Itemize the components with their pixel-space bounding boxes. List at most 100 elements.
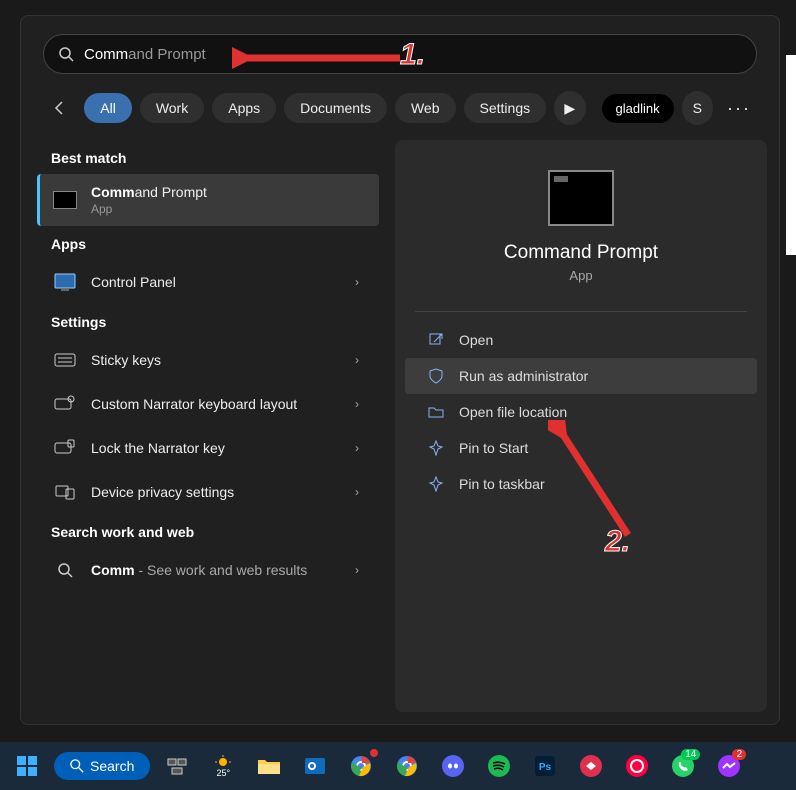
keyboard-gear-icon [51, 392, 79, 416]
result-title: Lock the Narrator key [91, 440, 343, 456]
taskbar-app-circle[interactable] [618, 747, 656, 785]
filter-settings[interactable]: Settings [464, 93, 547, 123]
action-label: Open [459, 332, 493, 348]
action-open[interactable]: Open [405, 322, 757, 358]
action-label: Pin to Start [459, 440, 528, 456]
taskbar-search-label: Search [90, 758, 134, 774]
play-icon: ▶ [564, 100, 575, 117]
chevron-right-icon: › [355, 441, 365, 455]
result-sticky-keys[interactable]: Sticky keys › [37, 338, 379, 382]
search-icon [51, 558, 79, 582]
taskbar-weather[interactable]: 25° [204, 747, 242, 785]
arrow-left-icon [51, 99, 69, 117]
action-run-as-admin[interactable]: Run as administrator [405, 358, 757, 394]
taskbar-chrome-a[interactable] [342, 747, 380, 785]
divider [415, 311, 747, 312]
discord-icon [441, 754, 465, 778]
taskbar-discord[interactable] [434, 747, 472, 785]
taskbar-outlook[interactable] [296, 747, 334, 785]
cmd-icon [51, 188, 79, 212]
result-title: Control Panel [91, 274, 343, 290]
taskbar-messenger[interactable]: 2 [710, 747, 748, 785]
result-title: Sticky keys [91, 352, 343, 368]
taskbar-whatsapp[interactable]: 14 [664, 747, 702, 785]
results-column: Best match Command Prompt App Apps Contr… [33, 140, 383, 712]
chevron-right-icon: › [355, 275, 365, 289]
filter-more-play[interactable]: ▶ [554, 91, 585, 125]
sun-icon [214, 754, 232, 768]
result-title: Device privacy settings [91, 484, 343, 500]
result-device-privacy[interactable]: Device privacy settings › [37, 470, 379, 514]
preview-app-icon [548, 170, 614, 226]
filter-documents[interactable]: Documents [284, 93, 387, 123]
taskbar-app-red[interactable] [572, 747, 610, 785]
notification-badge: 14 [681, 749, 700, 760]
chevron-right-icon: › [355, 485, 365, 499]
chevron-right-icon: › [355, 353, 365, 367]
filter-all[interactable]: All [84, 93, 132, 123]
search-text: Command Prompt [84, 46, 206, 63]
background-edge [786, 55, 796, 255]
taskbar-chrome-b[interactable] [388, 747, 426, 785]
web-header: Search work and web [33, 514, 383, 548]
result-narrator-layout[interactable]: Custom Narrator keyboard layout › [37, 382, 379, 426]
shield-icon [427, 367, 445, 385]
best-match-header: Best match [33, 140, 383, 174]
temp-label: 25° [217, 768, 231, 778]
filter-row: All Work Apps Documents Web Settings ▶ g… [43, 90, 757, 126]
spotify-icon [487, 754, 511, 778]
taskbar-task-view[interactable] [158, 747, 196, 785]
account-pill[interactable]: gladlink [602, 94, 674, 123]
start-search-panel: Command Prompt All Work Apps Documents W… [20, 15, 780, 725]
filter-apps[interactable]: Apps [212, 93, 276, 123]
start-button[interactable] [8, 747, 46, 785]
result-title: Custom Narrator keyboard layout [91, 396, 343, 412]
task-view-icon [166, 755, 188, 777]
preview-column: Command Prompt App Open Run as administr… [395, 140, 767, 712]
taskbar-search[interactable]: Search [54, 752, 150, 780]
keyboard-icon [51, 348, 79, 372]
back-button[interactable] [43, 90, 76, 126]
settings-header: Settings [33, 304, 383, 338]
action-pin-start[interactable]: Pin to Start [405, 430, 757, 466]
keyboard-lock-icon [51, 436, 79, 460]
result-command-prompt[interactable]: Command Prompt App [37, 174, 379, 226]
notification-badge [370, 749, 378, 757]
action-open-file-location[interactable]: Open file location [405, 394, 757, 430]
chevron-right-icon: › [355, 563, 365, 577]
privacy-icon [51, 480, 79, 504]
svg-text:Ps: Ps [539, 762, 552, 773]
search-icon [58, 46, 74, 62]
apps-header: Apps [33, 226, 383, 260]
chevron-right-icon: › [355, 397, 365, 411]
filter-work[interactable]: Work [140, 93, 204, 123]
result-title: Command Prompt [91, 184, 365, 200]
result-lock-narrator[interactable]: Lock the Narrator key › [37, 426, 379, 470]
taskbar-file-explorer[interactable] [250, 747, 288, 785]
app-icon [625, 754, 649, 778]
pin-icon [427, 475, 445, 493]
result-control-panel[interactable]: Control Panel › [37, 260, 379, 304]
notification-badge: 2 [732, 749, 746, 760]
control-panel-icon [51, 270, 79, 294]
preview-subtitle: App [569, 268, 592, 283]
chrome-icon [395, 754, 419, 778]
windows-icon [15, 754, 39, 778]
search-input[interactable]: Command Prompt [43, 34, 757, 74]
avatar[interactable]: S [682, 91, 713, 125]
outlook-icon [304, 755, 326, 777]
action-label: Open file location [459, 404, 567, 420]
result-web-comm[interactable]: Comm - See work and web results › [37, 548, 379, 592]
search-icon [70, 759, 84, 773]
taskbar-photoshop[interactable]: Ps [526, 747, 564, 785]
folder-icon [257, 756, 281, 776]
filter-web[interactable]: Web [395, 93, 456, 123]
more-menu[interactable]: ··· [721, 98, 757, 119]
action-label: Pin to taskbar [459, 476, 545, 492]
action-pin-taskbar[interactable]: Pin to taskbar [405, 466, 757, 502]
photoshop-icon: Ps [534, 755, 556, 777]
taskbar-spotify[interactable] [480, 747, 518, 785]
preview-title: Command Prompt [504, 242, 658, 264]
taskbar: Search 25° Ps 14 2 [0, 742, 796, 790]
open-icon [427, 331, 445, 349]
